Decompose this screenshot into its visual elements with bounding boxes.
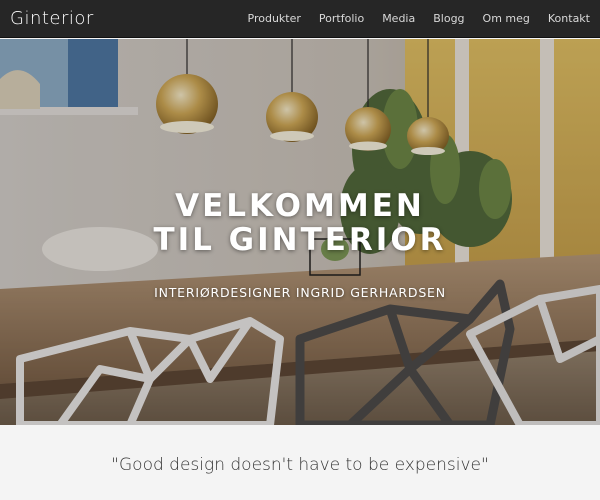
nav-link-media[interactable]: Media: [382, 12, 415, 25]
hero-subtitle: INTERIØRDESIGNER INGRID GERHARDSEN: [154, 285, 446, 300]
hero-content: VELKOMMEN TIL GINTERIOR INTERIØRDESIGNER…: [0, 189, 600, 300]
hero-section: VELKOMMEN TIL GINTERIOR INTERIØRDESIGNER…: [0, 39, 600, 425]
nav-link-produkter[interactable]: Produkter: [248, 12, 301, 25]
tagline-quote: "Good design doesn't have to be expensiv…: [111, 455, 489, 475]
quote-section: "Good design doesn't have to be expensiv…: [0, 425, 600, 500]
nav-link-blogg[interactable]: Blogg: [433, 12, 464, 25]
top-navbar: Ginterior Produkter Portfolio Media Blog…: [0, 0, 600, 38]
hero-title: VELKOMMEN TIL GINTERIOR: [153, 188, 447, 258]
nav-link-kontakt[interactable]: Kontakt: [548, 12, 590, 25]
nav-link-om-meg[interactable]: Om meg: [483, 12, 530, 25]
brand-logo[interactable]: Ginterior: [10, 8, 94, 29]
nav-link-portfolio[interactable]: Portfolio: [319, 12, 364, 25]
main-nav: Produkter Portfolio Media Blogg Om meg K…: [248, 12, 590, 25]
